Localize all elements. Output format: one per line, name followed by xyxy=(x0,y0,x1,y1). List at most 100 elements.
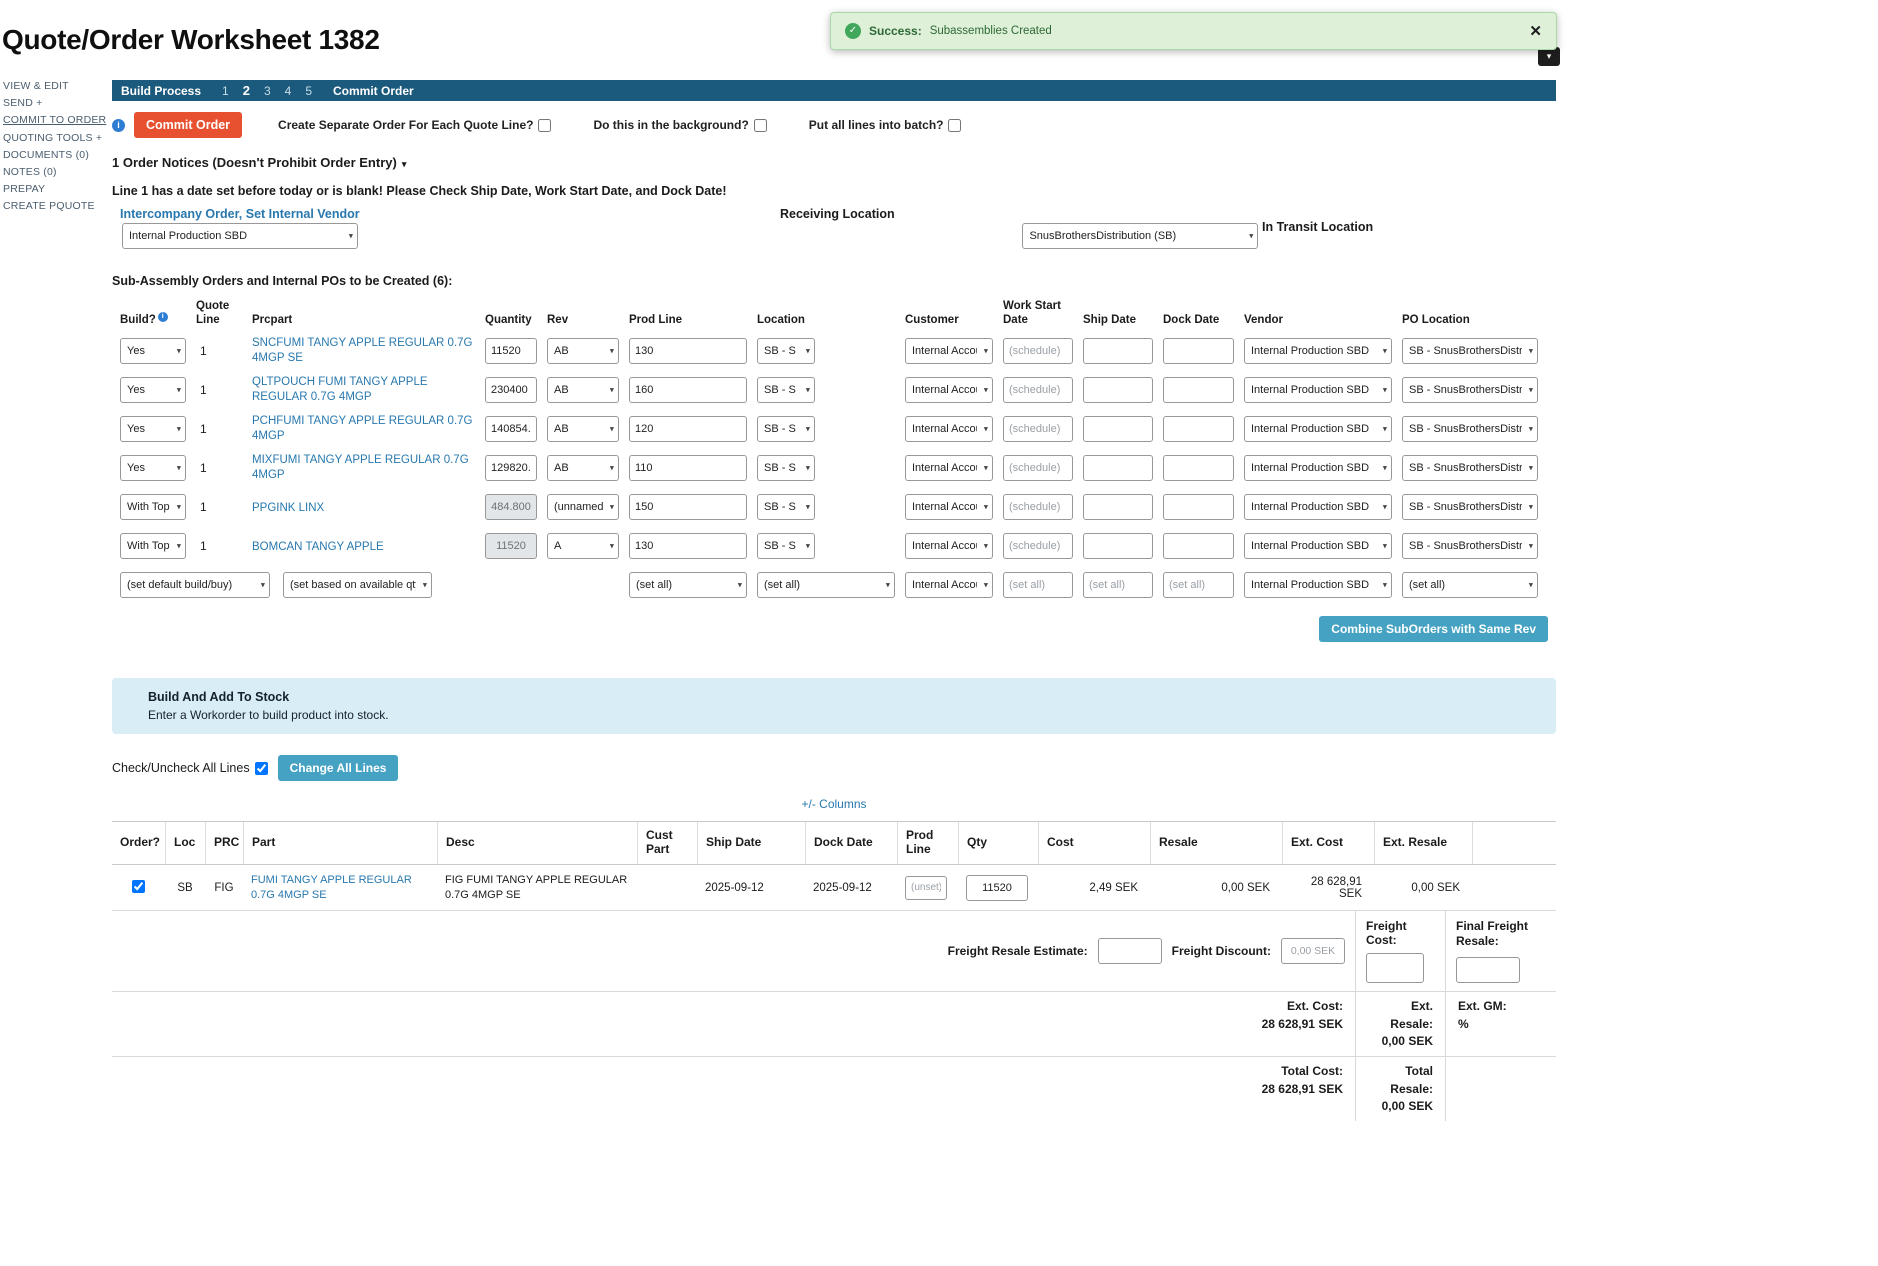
intercompany-vendor-link[interactable]: Intercompany Order, Set Internal Vendor xyxy=(120,207,360,221)
qty-input[interactable] xyxy=(966,875,1028,901)
vendor-select[interactable]: Internal Production SBD xyxy=(1244,338,1392,364)
process-step[interactable]: 2 xyxy=(243,83,250,98)
process-step[interactable]: 1 xyxy=(222,84,229,98)
location-select[interactable]: SB - S xyxy=(757,377,815,403)
quantity-input[interactable] xyxy=(485,416,537,442)
location-select[interactable]: SB - S xyxy=(757,494,815,520)
set-based-on-available-qty-select[interactable]: (set based on available qty) xyxy=(283,572,432,598)
dock-date-input[interactable] xyxy=(1163,416,1234,442)
background-checkbox[interactable] xyxy=(754,119,767,132)
set-all-po-location-select[interactable]: (set all) xyxy=(1402,572,1538,598)
rev-select[interactable]: AB xyxy=(547,455,619,481)
order-line-checkbox[interactable] xyxy=(132,880,145,893)
prod-line-input[interactable] xyxy=(629,455,747,481)
po-location-select[interactable]: SB - SnusBrothersDistrib xyxy=(1402,416,1538,442)
batch-checkbox[interactable] xyxy=(948,119,961,132)
ship-date-input[interactable] xyxy=(1083,455,1153,481)
check-uncheck-all-checkbox[interactable] xyxy=(255,762,268,775)
toast-close-icon[interactable]: ✕ xyxy=(1529,22,1542,40)
dock-date-input[interactable] xyxy=(1163,377,1234,403)
receiving-location-select[interactable]: SnusBrothersDistribution (SB) xyxy=(1022,223,1258,249)
rev-select[interactable]: AB xyxy=(547,377,619,403)
rev-select[interactable]: AB xyxy=(547,416,619,442)
build-select[interactable]: Yes xyxy=(120,338,186,364)
location-select[interactable]: SB - S xyxy=(757,533,815,559)
dock-date-input[interactable] xyxy=(1163,455,1234,481)
dock-date-input[interactable] xyxy=(1163,533,1234,559)
quantity-input[interactable] xyxy=(485,533,537,559)
location-select[interactable]: SB - S xyxy=(757,455,815,481)
customer-select[interactable]: Internal Accou xyxy=(905,416,993,442)
prcpart-link[interactable]: MIXFUMI TANGY APPLE REGULAR 0.7G 4MGP xyxy=(252,453,475,483)
rev-select[interactable]: A xyxy=(547,533,619,559)
work-start-date-input[interactable] xyxy=(1003,338,1073,364)
process-step[interactable]: 5 xyxy=(305,84,312,98)
quantity-input[interactable] xyxy=(485,377,537,403)
prod-line-input[interactable] xyxy=(629,377,747,403)
build-select[interactable]: Yes xyxy=(120,377,186,403)
vendor-select[interactable]: Internal Production SBD xyxy=(1244,494,1392,520)
set-all-prod-line-select[interactable]: (set all) xyxy=(629,572,747,598)
sidebar-item[interactable]: NOTES (0) xyxy=(3,164,109,181)
prcpart-link[interactable]: PPGINK LINX xyxy=(252,501,324,516)
po-location-select[interactable]: SB - SnusBrothersDistrib xyxy=(1402,455,1538,481)
sidebar-item[interactable]: PREPAY xyxy=(3,181,109,198)
build-select[interactable]: Yes xyxy=(120,416,186,442)
freight-cost-input[interactable] xyxy=(1366,953,1424,983)
customer-select[interactable]: Internal Accou xyxy=(905,455,993,481)
dock-date-input[interactable] xyxy=(1163,338,1234,364)
set-all-customer-select[interactable]: Internal Accou xyxy=(905,572,993,598)
set-all-vendor-select[interactable]: Internal Production SBD xyxy=(1244,572,1392,598)
set-all-location-select[interactable]: (set all) xyxy=(757,572,895,598)
separate-order-checkbox[interactable] xyxy=(538,119,551,132)
sidebar-item[interactable]: SEND + xyxy=(3,95,109,112)
build-select[interactable]: Yes xyxy=(120,455,186,481)
info-icon[interactable]: i xyxy=(158,312,168,322)
sidebar-item[interactable]: DOCUMENTS (0) xyxy=(3,147,109,164)
customer-select[interactable]: Internal Accou xyxy=(905,494,993,520)
ship-date-input[interactable] xyxy=(1083,533,1153,559)
work-start-date-input[interactable] xyxy=(1003,455,1073,481)
ship-date-input[interactable] xyxy=(1083,416,1153,442)
final-freight-resale-input[interactable] xyxy=(1456,957,1520,983)
commit-order-button[interactable]: Commit Order xyxy=(134,112,242,138)
prod-line-input[interactable] xyxy=(629,533,747,559)
prcpart-link[interactable]: QLTPOUCH FUMI TANGY APPLE REGULAR 0.7G 4… xyxy=(252,375,475,405)
set-all-ship-date-input[interactable] xyxy=(1083,572,1153,598)
rev-select[interactable]: (unnamed) xyxy=(547,494,619,520)
process-step[interactable]: 4 xyxy=(285,84,292,98)
prod-line-input[interactable] xyxy=(629,416,747,442)
set-default-build-buy-select[interactable]: (set default build/buy) xyxy=(120,572,270,598)
po-location-select[interactable]: SB - SnusBrothersDistrib xyxy=(1402,377,1538,403)
ship-date-input[interactable] xyxy=(1083,494,1153,520)
ship-date-input[interactable] xyxy=(1083,338,1153,364)
process-step[interactable]: 3 xyxy=(264,84,271,98)
vendor-select[interactable]: Internal Production SBD xyxy=(1244,455,1392,481)
quantity-input[interactable] xyxy=(485,455,537,481)
rev-select[interactable]: AB xyxy=(547,338,619,364)
quantity-input[interactable] xyxy=(485,494,537,520)
work-start-date-input[interactable] xyxy=(1003,494,1073,520)
dock-date-input[interactable] xyxy=(1163,494,1234,520)
freight-discount-input[interactable] xyxy=(1281,938,1345,964)
customer-select[interactable]: Internal Accou xyxy=(905,338,993,364)
prod-line-input[interactable] xyxy=(905,876,947,900)
vendor-select[interactable]: Internal Production SBD xyxy=(1244,416,1392,442)
ship-date-input[interactable] xyxy=(1083,377,1153,403)
po-location-select[interactable]: SB - SnusBrothersDistrib xyxy=(1402,494,1538,520)
prcpart-link[interactable]: SNCFUMI TANGY APPLE REGULAR 0.7G 4MGP SE xyxy=(252,336,475,366)
customer-select[interactable]: Internal Accou xyxy=(905,377,993,403)
vendor-select[interactable]: Internal Production SBD xyxy=(1244,377,1392,403)
process-commit-order-tab[interactable]: Commit Order xyxy=(333,84,414,98)
location-select[interactable]: SB - S xyxy=(757,416,815,442)
toggle-columns-link[interactable]: +/- Columns xyxy=(801,797,866,811)
sidebar-item[interactable]: QUOTING TOOLS + xyxy=(3,130,109,147)
po-location-select[interactable]: SB - SnusBrothersDistrib xyxy=(1402,338,1538,364)
freight-resale-estimate-input[interactable] xyxy=(1098,938,1162,964)
build-select[interactable]: With Top xyxy=(120,533,186,559)
work-start-date-input[interactable] xyxy=(1003,377,1073,403)
sidebar-item[interactable]: CREATE PQUOTE xyxy=(3,198,109,215)
order-notices-toggle[interactable]: 1 Order Notices (Doesn't Prohibit Order … xyxy=(112,155,1556,170)
build-select[interactable]: With Top xyxy=(120,494,186,520)
work-start-date-input[interactable] xyxy=(1003,533,1073,559)
